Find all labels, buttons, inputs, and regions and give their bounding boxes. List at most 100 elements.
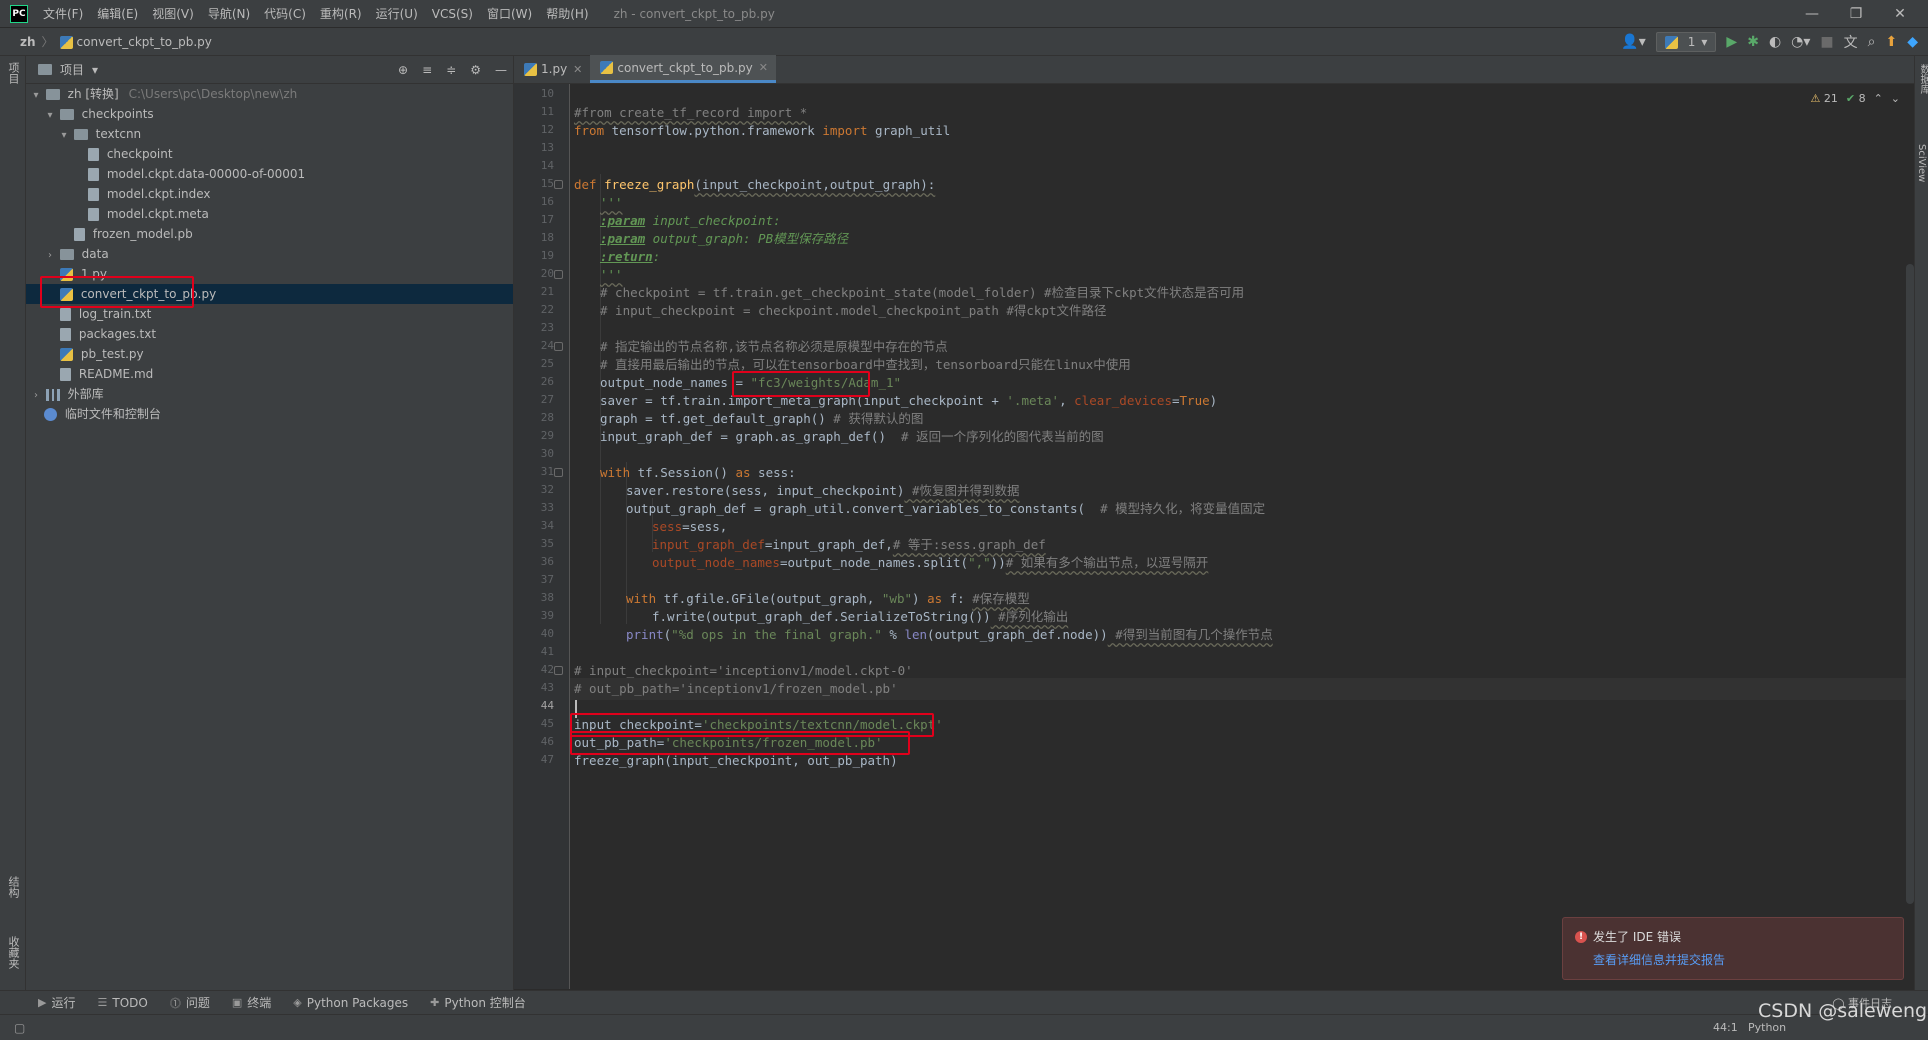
tree-item-checkpoint[interactable]: checkpoint <box>26 144 513 164</box>
code-editor[interactable]: #from create_tf_record import * from ten… <box>514 84 1914 989</box>
tree-item-root[interactable]: ▾ zh [转换] C:\Users\pc\Desktop\new\zh <box>26 84 513 104</box>
code-string: "," <box>968 555 991 570</box>
fold-marker-icon[interactable] <box>554 666 563 675</box>
chevron-down-icon[interactable]: ▾ <box>58 126 70 146</box>
file-icon <box>74 228 85 241</box>
menu-file[interactable]: 文件(F) <box>36 0 90 28</box>
chevron-down-icon[interactable]: ▾ <box>44 106 56 126</box>
database-tool-tab[interactable]: 数据库 <box>1916 64 1928 94</box>
tree-item-model-meta[interactable]: model.ckpt.meta <box>26 204 513 224</box>
locate-icon[interactable]: ⊕ <box>398 63 408 77</box>
chevron-down-icon[interactable]: ▾ <box>92 63 98 77</box>
breadcrumb-project[interactable]: zh <box>20 35 36 49</box>
plugin-icon[interactable]: ◆ <box>1907 34 1918 50</box>
code-keyword: True <box>1179 393 1210 408</box>
close-icon[interactable]: ✕ <box>1878 0 1922 28</box>
favorites-tool-tab[interactable]: 收藏夹 <box>5 936 21 969</box>
structure-tool-tab[interactable]: 结构 <box>5 876 21 898</box>
profile-icon[interactable]: ◔▾ <box>1791 34 1810 50</box>
tab-python-console[interactable]: ✚ Python 控制台 <box>430 994 526 1011</box>
layout-icon[interactable]: ▢ <box>14 1021 25 1035</box>
tree-item-label: model.ckpt.meta <box>106 207 209 221</box>
highlight-box <box>40 276 194 308</box>
menu-navigate[interactable]: 导航(N) <box>201 0 257 28</box>
tab-todo[interactable]: ☰ TODO <box>97 996 147 1010</box>
inspection-widget[interactable]: ⚠ 21 ✔ 8 ⌃ ⌄ <box>1810 92 1900 105</box>
bottom-tool-tabs: ▶ 运行 ☰ TODO ⓵ 问题 ▣ 终端 ◈ Python Packages ✚ Pyth… <box>0 990 1928 1014</box>
code-comment: # 返回一个序列化的图代表当前的图 <box>901 429 1104 444</box>
menu-code[interactable]: 代码(C) <box>257 0 313 28</box>
tree-item-pb-test[interactable]: pb_test.py <box>26 344 513 364</box>
code-line-22: # input_checkpoint = checkpoint.model_ch… <box>600 300 1107 322</box>
search-icon[interactable]: ⌕ <box>1868 34 1876 50</box>
line-number: 43 <box>540 681 554 694</box>
tree-item-readme[interactable]: README.md <box>26 364 513 384</box>
run-icon[interactable]: ▶ <box>1726 34 1737 50</box>
weak-warning-count[interactable]: ✔ 8 <box>1846 92 1866 105</box>
tree-item-model-index[interactable]: model.ckpt.index <box>26 184 513 204</box>
gear-icon[interactable]: ⚙ <box>470 63 481 77</box>
tab-python-packages[interactable]: ◈ Python Packages <box>293 996 408 1010</box>
text-file-icon <box>60 328 71 341</box>
fold-marker-icon[interactable] <box>554 270 563 279</box>
coverage-icon[interactable]: ◐ <box>1769 34 1781 50</box>
tree-item-textcnn[interactable]: ▾ textcnn <box>26 124 513 144</box>
menu-help[interactable]: 帮助(H) <box>539 0 595 28</box>
translate-icon[interactable]: 文 <box>1844 32 1858 52</box>
error-notification[interactable]: ! 发生了 IDE 错误 查看详细信息并提交报告 <box>1562 917 1904 980</box>
debug-icon[interactable]: ✱ <box>1747 34 1759 50</box>
chevron-up-icon[interactable]: ⌃ <box>1874 92 1883 105</box>
project-panel-title[interactable]: 项目 <box>60 61 84 78</box>
chevron-right-icon[interactable]: › <box>44 246 56 266</box>
stop-icon[interactable]: ■ <box>1820 34 1833 50</box>
tree-item-frozen-model[interactable]: frozen_model.pb <box>26 224 513 244</box>
menu-window[interactable]: 窗口(W) <box>480 0 539 28</box>
tab-1py[interactable]: 1.py ✕ <box>514 55 590 83</box>
interpreter-status[interactable]: Python <box>1748 1021 1786 1034</box>
menu-view[interactable]: 视图(V) <box>145 0 201 28</box>
tree-item-label: 临时文件和控制台 <box>64 407 161 421</box>
chevron-down-icon[interactable]: ▾ <box>30 86 42 106</box>
fold-marker-icon[interactable] <box>554 342 563 351</box>
warning-count[interactable]: ⚠ 21 <box>1810 92 1837 105</box>
update-icon[interactable]: ⬆ <box>1885 34 1897 50</box>
restore-icon[interactable]: ❐ <box>1834 0 1878 28</box>
run-config-selector[interactable]: 1 ▾ <box>1655 32 1717 52</box>
tree-item-model-data[interactable]: model.ckpt.data-00000-of-00001 <box>26 164 513 184</box>
python-file-icon <box>60 348 73 361</box>
fold-marker-icon[interactable] <box>554 180 563 189</box>
tree-item-external-libs[interactable]: › 外部库 <box>26 384 513 404</box>
user-icon[interactable]: 👤▾ <box>1621 34 1645 50</box>
menu-run[interactable]: 运行(U) <box>369 0 425 28</box>
chevron-right-icon[interactable]: › <box>30 386 42 406</box>
tree-item-label: 外部库 <box>67 387 104 401</box>
breadcrumb-file[interactable]: convert_ckpt_to_pb.py <box>59 35 212 49</box>
tab-run[interactable]: ▶ 运行 <box>38 994 75 1011</box>
tab-problems[interactable]: ⓵ 问题 <box>170 994 210 1011</box>
tree-item-checkpoints[interactable]: ▾ checkpoints <box>26 104 513 124</box>
tree-item-packages[interactable]: packages.txt <box>26 324 513 344</box>
minimize-icon[interactable]: — <box>1790 0 1834 28</box>
tab-convert-ckpt[interactable]: convert_ckpt_to_pb.py ✕ <box>590 55 776 83</box>
menu-edit[interactable]: 编辑(E) <box>90 0 145 28</box>
editor-scrollbar[interactable] <box>1906 264 1914 904</box>
notification-link[interactable]: 查看详细信息并提交报告 <box>1593 951 1889 968</box>
tree-item-scratches[interactable]: 临时文件和控制台 <box>26 404 513 424</box>
close-icon[interactable]: ✕ <box>759 61 768 74</box>
menu-refactor[interactable]: 重构(R) <box>313 0 369 28</box>
chevron-down-icon[interactable]: ⌄ <box>1891 92 1900 105</box>
project-tool-tab[interactable]: 项目 <box>5 62 21 84</box>
collapse-all-icon[interactable]: ≑ <box>446 63 456 77</box>
library-icon <box>45 388 60 401</box>
tree-item-label: checkpoints <box>81 107 154 121</box>
expand-all-icon[interactable]: ≡ <box>422 63 432 77</box>
sciview-tool-tab[interactable]: SciView <box>1916 144 1927 182</box>
tree-item-data[interactable]: › data <box>26 244 513 264</box>
tab-terminal[interactable]: ▣ 终端 <box>232 994 271 1011</box>
cursor-position[interactable]: 44:1 <box>1713 1021 1738 1034</box>
code-comment: # input_checkpoint = checkpoint.model_ch… <box>600 303 1107 318</box>
close-icon[interactable]: ✕ <box>573 63 582 76</box>
fold-marker-icon[interactable] <box>554 468 563 477</box>
menu-vcs[interactable]: VCS(S) <box>425 0 480 28</box>
hide-icon[interactable]: — <box>495 63 507 77</box>
